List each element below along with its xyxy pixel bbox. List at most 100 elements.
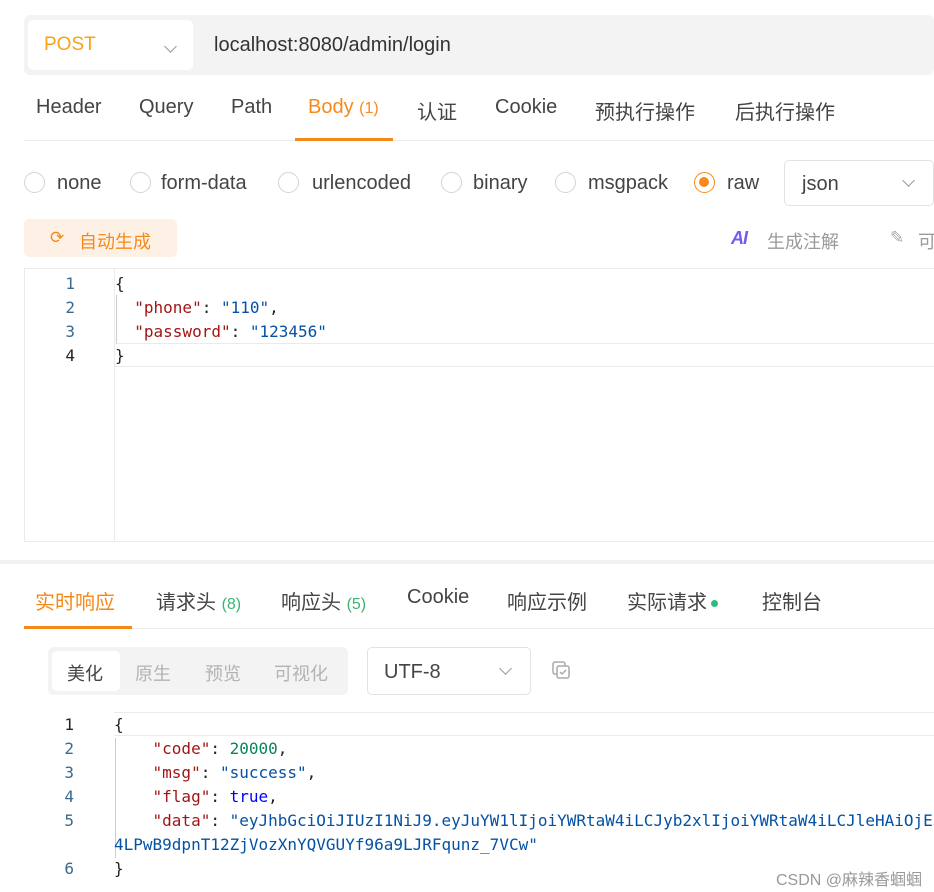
chevron-down-icon bbox=[164, 40, 177, 53]
json-string: 4LPwB9dpnT12ZjVozXnYQVGUYf96a9LJRFqunz_7… bbox=[114, 835, 538, 854]
close-brace: } bbox=[115, 346, 125, 365]
generate-comment-button[interactable]: 生成注解 bbox=[767, 228, 839, 254]
copy-response-icon[interactable] bbox=[551, 660, 571, 680]
tab-body[interactable]: Body (1) bbox=[308, 96, 379, 119]
radio-none[interactable] bbox=[24, 172, 45, 193]
active-tab-indicator bbox=[295, 138, 393, 141]
chevron-down-icon bbox=[902, 174, 915, 187]
code-line: "flag": true, bbox=[152, 787, 278, 806]
code-line: "msg": "success", bbox=[152, 763, 317, 782]
code-line: } bbox=[115, 346, 125, 365]
line-number: 3 bbox=[65, 322, 75, 341]
auto-generate-label: 自动生成 bbox=[79, 232, 151, 252]
auto-generate-button[interactable]: ⟳ 自动生成 bbox=[24, 219, 177, 257]
code-line: "password": "123456" bbox=[134, 322, 327, 341]
radio-raw-label[interactable]: raw bbox=[727, 172, 759, 195]
line-number: 5 bbox=[64, 811, 74, 830]
code-line: "data": "eyJhbGciOiJIUzI1NiJ9.eyJuYW1lIj… bbox=[114, 811, 934, 830]
json-string: "success" bbox=[219, 763, 307, 782]
status-dot-icon bbox=[711, 600, 718, 608]
code-line: 4LPwB9dpnT12ZjVozXnYQVGUYf96a9LJRFqunz_7… bbox=[114, 835, 538, 854]
response-body-viewer[interactable]: 1 2 3 4 5 6 { "code": 20000, "msg": "suc… bbox=[24, 712, 934, 892]
method-select[interactable]: POST bbox=[28, 20, 193, 70]
json-key: "password" bbox=[134, 322, 231, 341]
raw-format-value: json bbox=[802, 173, 839, 195]
radio-form-data[interactable] bbox=[130, 172, 151, 193]
json-string: "eyJhbGciOiJIUzI1NiJ9.eyJuYW1lIjoiYWRtaW… bbox=[229, 811, 934, 830]
raw-format-select[interactable]: json bbox=[784, 160, 934, 206]
open-brace: { bbox=[114, 715, 124, 734]
view-mode-pretty[interactable]: 美化 bbox=[67, 660, 103, 686]
method-label: POST bbox=[44, 34, 96, 55]
tab-auth[interactable]: 认证 bbox=[417, 96, 457, 125]
json-key: "msg" bbox=[152, 763, 201, 782]
tab-response-example[interactable]: 响应示例 bbox=[507, 586, 587, 615]
encoding-value: UTF-8 bbox=[384, 661, 441, 683]
encoding-select[interactable]: UTF-8 bbox=[367, 647, 531, 695]
ai-icon: AI bbox=[731, 228, 748, 248]
view-mode-visualize[interactable]: 可视化 bbox=[274, 660, 328, 686]
radio-msgpack-label[interactable]: msgpack bbox=[588, 172, 668, 195]
body-type-group: none form-data urlencoded binary msgpack… bbox=[24, 160, 934, 206]
json-string: "110" bbox=[220, 298, 270, 317]
tab-header[interactable]: Header bbox=[36, 96, 102, 119]
line-number: 4 bbox=[65, 346, 75, 365]
active-tab-indicator bbox=[24, 626, 132, 629]
tab-response-cookie[interactable]: Cookie bbox=[407, 586, 469, 609]
panel-divider[interactable] bbox=[0, 560, 934, 564]
line-number: 2 bbox=[65, 298, 75, 317]
tab-body-label: Body bbox=[308, 96, 354, 118]
tab-post-request[interactable]: 后执行操作 bbox=[735, 96, 835, 125]
tab-pre-request[interactable]: 预执行操作 bbox=[595, 96, 695, 125]
radio-binary[interactable] bbox=[441, 172, 462, 193]
url-input[interactable]: localhost:8080/admin/login bbox=[214, 34, 451, 57]
radio-msgpack[interactable] bbox=[555, 172, 576, 193]
code-line: { bbox=[115, 274, 125, 293]
tab-actual-request[interactable]: 实际请求 bbox=[627, 586, 718, 615]
response-tabs: 实时响应 请求头 (8) 响应头 (5) Cookie 响应示例 实际请求 控制… bbox=[24, 570, 934, 629]
code-line: "code": 20000, bbox=[152, 739, 288, 758]
watermark: CSDN @麻辣香蝈蝈 bbox=[776, 872, 923, 889]
line-number: 1 bbox=[64, 715, 74, 734]
tab-console[interactable]: 控制台 bbox=[762, 586, 822, 615]
tab-live-response[interactable]: 实时响应 bbox=[35, 586, 115, 615]
json-key: "code" bbox=[152, 739, 211, 758]
radio-none-label[interactable]: none bbox=[57, 172, 102, 195]
tab-request-headers-count: (8) bbox=[221, 596, 242, 613]
json-key: "phone" bbox=[134, 298, 202, 317]
current-line-highlight bbox=[115, 343, 934, 367]
radio-form-data-label[interactable]: form-data bbox=[161, 172, 247, 195]
view-mode-preview[interactable]: 预览 bbox=[205, 660, 241, 686]
request-body-editor[interactable]: 1 2 3 4 { "phone": "110", "password": "1… bbox=[24, 268, 934, 542]
view-mode-segmented: 美化 原生 预览 可视化 bbox=[48, 647, 348, 695]
tab-request-headers[interactable]: 请求头 (8) bbox=[156, 586, 241, 615]
json-string: "123456" bbox=[249, 322, 327, 341]
current-line-highlight bbox=[114, 712, 934, 736]
radio-urlencoded-label[interactable]: urlencoded bbox=[312, 172, 411, 195]
line-number: 2 bbox=[64, 739, 74, 758]
radio-urlencoded[interactable] bbox=[278, 172, 299, 193]
json-boolean: true bbox=[229, 787, 269, 806]
line-number: 6 bbox=[64, 859, 74, 878]
line-number: 3 bbox=[64, 763, 74, 782]
view-mode-raw[interactable]: 原生 bbox=[135, 660, 171, 686]
radio-raw[interactable] bbox=[694, 172, 715, 193]
copy-label[interactable]: 可 bbox=[918, 228, 934, 254]
tab-cookie[interactable]: Cookie bbox=[495, 96, 557, 119]
tab-request-headers-label: 请求头 bbox=[156, 592, 216, 614]
close-brace: } bbox=[114, 859, 124, 878]
tab-body-count: (1) bbox=[359, 100, 379, 117]
tab-response-headers-label: 响应头 bbox=[281, 592, 341, 614]
radio-binary-label[interactable]: binary bbox=[473, 172, 527, 195]
code-line: "phone": "110", bbox=[134, 298, 279, 317]
json-key: "flag" bbox=[152, 787, 211, 806]
tab-response-headers[interactable]: 响应头 (5) bbox=[281, 586, 366, 615]
tab-path[interactable]: Path bbox=[231, 96, 272, 119]
code-line: { bbox=[114, 715, 124, 734]
code-line: } bbox=[114, 859, 124, 878]
copy-icon[interactable]: ✎ bbox=[890, 228, 904, 248]
refresh-icon: ⟳ bbox=[50, 228, 65, 247]
tab-query[interactable]: Query bbox=[139, 96, 193, 119]
json-number: 20000 bbox=[229, 739, 278, 758]
json-key: "data" bbox=[152, 811, 211, 830]
